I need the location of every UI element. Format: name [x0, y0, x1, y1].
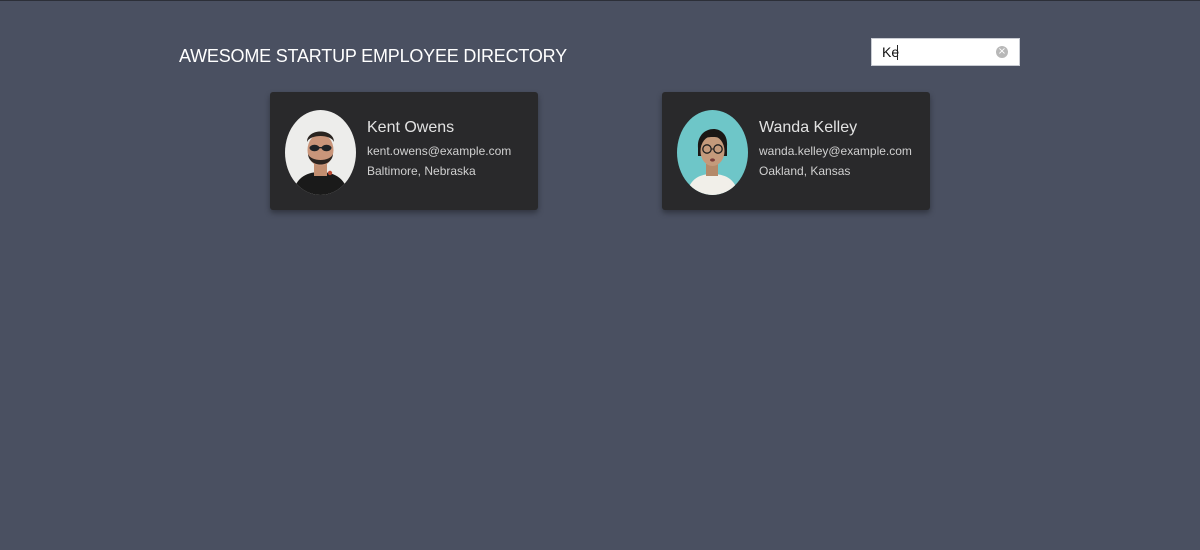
employee-name: Wanda Kelley	[759, 119, 858, 136]
avatar	[677, 110, 748, 195]
search-box[interactable]: ×	[871, 38, 1020, 66]
employee-name: Kent Owens	[367, 119, 455, 136]
employee-card[interactable]: Kent Owens kent.owens@example.com Baltim…	[270, 92, 538, 210]
employee-card[interactable]: Wanda Kelley wanda.kelley@example.com Oa…	[662, 92, 930, 210]
text-caret	[897, 45, 898, 60]
employee-location: Baltimore, Nebraska	[367, 164, 476, 178]
employee-email: wanda.kelley@example.com	[759, 144, 912, 158]
search-input[interactable]	[872, 39, 1002, 65]
employee-email: kent.owens@example.com	[367, 144, 512, 158]
employee-location: Oakland, Kansas	[759, 164, 851, 178]
avatar	[285, 110, 356, 195]
page-title: AWESOME STARTUP EMPLOYEE DIRECTORY	[179, 46, 567, 66]
clear-search-icon[interactable]: ×	[996, 46, 1008, 58]
